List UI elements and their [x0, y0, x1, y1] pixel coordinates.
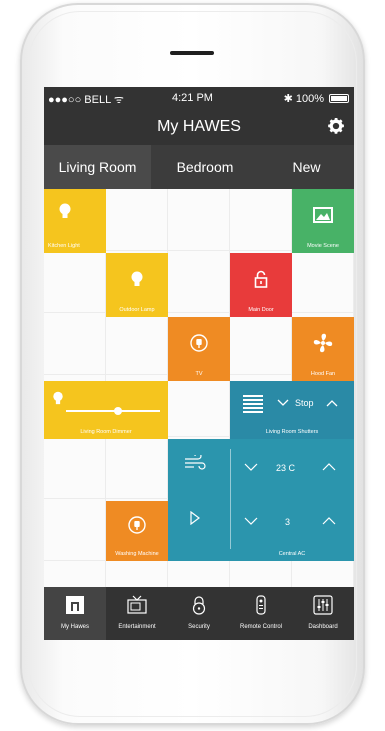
app-screen: ●●●○○ BELL ᯤ 4:21 PM ✱ 100% My HAWES Liv…: [44, 87, 354, 640]
tab-bedroom[interactable]: Bedroom: [151, 145, 259, 189]
dimmer-knob[interactable]: [113, 407, 122, 415]
play-icon[interactable]: [190, 511, 200, 525]
plug-icon: [190, 334, 208, 352]
tile-label: Outdoor Lamp: [119, 307, 155, 313]
grid-cell: [106, 313, 168, 375]
tile-label: Movie Scene: [307, 243, 339, 249]
plug-icon: [128, 516, 146, 534]
device-grid: Kitchen Light Movie Scene Outdoor Lamp M…: [44, 189, 354, 623]
shutters-stop-button[interactable]: Stop: [295, 398, 314, 408]
tile-washing-machine[interactable]: Washing Machine: [106, 501, 168, 561]
nav-dashboard[interactable]: Dashboard: [292, 587, 354, 640]
grid-cell: [44, 437, 106, 499]
grid-cell: [230, 189, 292, 251]
chevron-down-icon[interactable]: [244, 463, 258, 471]
grid-cell: [168, 375, 230, 437]
tile-label: Central AC: [278, 551, 306, 557]
tv-icon: [127, 595, 147, 614]
carrier-signal: ●●●○○ BELL ᯤ: [48, 94, 124, 106]
ac-divider: [230, 449, 231, 549]
lightbulb-icon: [131, 271, 143, 286]
nav-label: Entertainment: [118, 624, 156, 630]
tile-tv[interactable]: TV: [168, 317, 230, 381]
shutter-icon: [243, 395, 263, 413]
sliders-icon: [313, 595, 333, 615]
ac-fan-speed: 3: [285, 517, 291, 527]
tile-label: Living Room Dimmer: [80, 429, 132, 435]
tile-label: TV: [195, 371, 203, 377]
status-bar: ●●●○○ BELL ᯤ 4:21 PM ✱ 100%: [44, 87, 354, 109]
tile-central-ac[interactable]: 23 C 3 Central AC: [168, 439, 354, 561]
tile-label: Kitchen Light: [48, 243, 80, 249]
tile-hood-fan[interactable]: Hood Fan: [292, 317, 354, 381]
nav-label: My Hawes: [60, 624, 89, 630]
grid-cell: [106, 437, 168, 499]
gear-icon[interactable]: [326, 116, 346, 136]
lightbulb-icon: [53, 391, 63, 405]
chevron-down-icon[interactable]: [244, 517, 258, 525]
tile-movie-scene[interactable]: Movie Scene: [292, 189, 354, 253]
dimmer-slider[interactable]: [66, 407, 160, 415]
lightbulb-icon: [59, 203, 71, 218]
tile-kitchen-light[interactable]: Kitchen Light: [44, 189, 106, 253]
tile-label: Main Door: [248, 307, 274, 313]
nav-entertainment[interactable]: Entertainment: [106, 587, 168, 640]
grid-cell: [168, 189, 230, 251]
chevron-up-icon[interactable]: [322, 463, 336, 471]
ac-temperature: 23 C: [276, 463, 296, 473]
page-title: My HAWES: [157, 118, 241, 135]
nav-my-hawes[interactable]: My Hawes: [44, 587, 106, 640]
nav-label: Remote Control: [239, 624, 283, 630]
status-time: 4:21 PM: [172, 92, 213, 104]
nav-remote-control[interactable]: Remote Control: [230, 587, 292, 640]
tile-outdoor-lamp[interactable]: Outdoor Lamp: [106, 253, 168, 317]
device-stage: ●●●○○ BELL ᯤ 4:21 PM ✱ 100% My HAWES Liv…: [0, 0, 385, 731]
lock-icon: [192, 596, 206, 615]
chevron-down-icon[interactable]: [277, 399, 289, 407]
wind-icon: [185, 455, 206, 470]
grid-cell: [106, 189, 168, 251]
fan-icon: [313, 333, 333, 353]
nav-label: Security: [188, 624, 210, 630]
chevron-up-icon[interactable]: [322, 517, 336, 525]
tile-living-room-shutters[interactable]: Stop Living Room Shutters: [230, 381, 354, 439]
tab-new[interactable]: New: [259, 145, 354, 189]
battery-text: ✱ 100%: [283, 93, 324, 105]
tile-label: Washing Machine: [115, 551, 159, 557]
grid-cell: [168, 251, 230, 313]
grid-cell: [292, 251, 354, 313]
app-header: My HAWES: [44, 109, 354, 145]
image-icon: [313, 207, 333, 223]
chevron-up-icon[interactable]: [326, 399, 338, 407]
home-button[interactable]: [164, 654, 220, 710]
tile-living-room-dimmer[interactable]: Living Room Dimmer: [44, 381, 168, 439]
tile-label: Hood Fan: [310, 371, 336, 377]
room-tabs: Living Room Bedroom New: [44, 145, 354, 189]
bottom-navigation: My Hawes Entertainment Security Remote C…: [44, 587, 354, 640]
grid-cell: [44, 499, 106, 561]
grid-cell: [230, 313, 292, 375]
padlock-icon: [254, 270, 268, 288]
tile-label: Living Room Shutters: [265, 429, 319, 435]
nav-security[interactable]: Security: [168, 587, 230, 640]
remote-icon: [256, 595, 266, 615]
battery-icon: [329, 94, 349, 103]
home-icon: [66, 596, 84, 614]
nav-label: Dashboard: [308, 624, 338, 630]
phone-speaker: [170, 51, 214, 55]
grid-cell: [44, 313, 106, 375]
tab-living-room[interactable]: Living Room: [44, 145, 151, 189]
tile-main-door[interactable]: Main Door: [230, 253, 292, 317]
grid-cell: [44, 251, 106, 313]
